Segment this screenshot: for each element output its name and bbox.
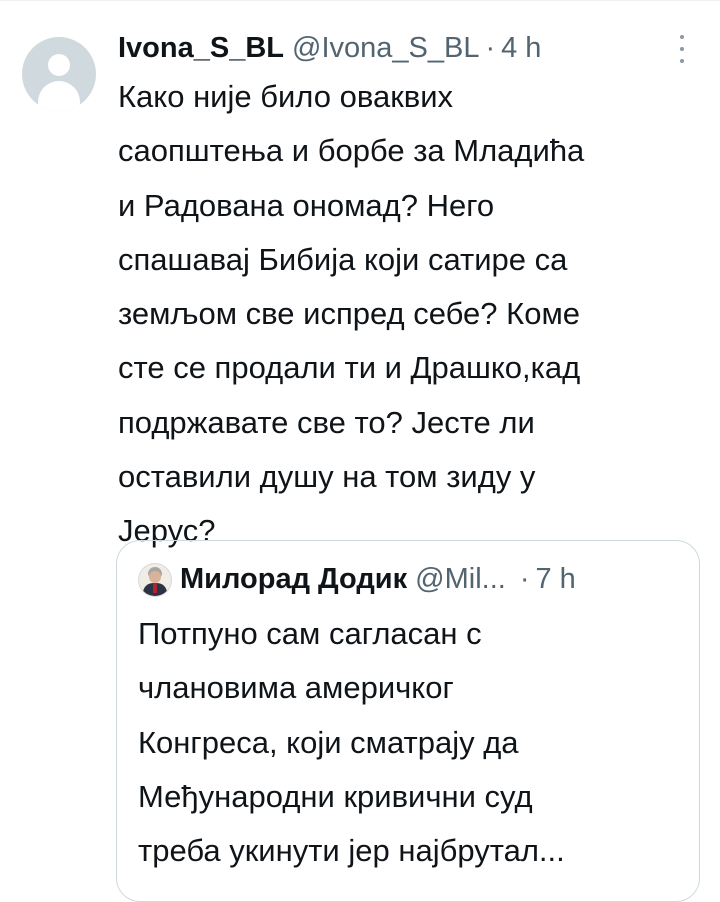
default-profile-icon xyxy=(48,54,70,76)
tweet-text-line: подржавате све то? Јесте ли xyxy=(118,404,535,440)
quoted-text-line: Међународни кривични суд xyxy=(138,778,533,814)
quoted-tweet-header: Милорад Додик @Mil... · 7 h xyxy=(180,557,690,601)
tweet-text-line: земљом све испред себе? Коме xyxy=(118,296,581,332)
tweet-header: Ivona_S_BL @Ivona_S_BL · 4 h xyxy=(118,26,708,70)
top-divider xyxy=(0,0,720,1)
separator-dot: · xyxy=(519,562,530,595)
quoted-text-line: треба укинути јер најбрутал... xyxy=(138,833,565,869)
more-vertical-icon[interactable] xyxy=(670,35,694,63)
quoted-user-handle[interactable]: @Mil... xyxy=(415,563,506,596)
tweet-text-line: сте се продали ти и Драшко,кад xyxy=(118,350,581,386)
tweet-text-line: оставили душу на том зиду у xyxy=(118,459,536,495)
quoted-text-line: Потпуно сам сагласан с xyxy=(138,616,482,651)
quoted-display-name[interactable]: Милорад Додик xyxy=(180,563,407,596)
tweet-timestamp[interactable]: 4 h xyxy=(501,32,541,65)
user-avatar[interactable] xyxy=(22,37,96,111)
quoted-tweet-text: Потпуно сам сагласан с члановима америчк… xyxy=(138,607,698,878)
user-handle[interactable]: @Ivona_S_BL xyxy=(292,32,479,65)
quoted-text-line: члановима америчког xyxy=(138,670,454,706)
separator-dot: · xyxy=(485,31,496,64)
quoted-tweet-timestamp[interactable]: 7 h xyxy=(535,563,575,596)
quoted-text-line: Конгреса, који сматрају да xyxy=(138,724,519,760)
display-name[interactable]: Ivona_S_BL xyxy=(118,32,284,65)
tweet-text-line: спашавај Бибија који сатире са xyxy=(118,241,568,277)
quoted-user-avatar[interactable] xyxy=(138,563,172,597)
tweet-text-line: и Радована ономад? Него xyxy=(118,187,495,223)
tweet-text-line: саопштења и борбе за Младића xyxy=(118,133,585,169)
tweet-text-line: Како није било оваквих xyxy=(118,79,454,114)
tweet-text: Како није било оваквих саопштења и борбе… xyxy=(118,70,708,559)
